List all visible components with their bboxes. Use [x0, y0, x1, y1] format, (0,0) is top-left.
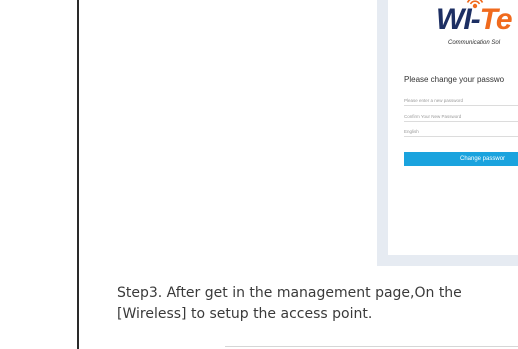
step-3-instruction: Step3. After get in the management page,… — [117, 283, 518, 325]
wi-tek-logo: WI-Te Communication Sol — [434, 0, 518, 56]
logo-wordmark: WI-Te — [436, 3, 513, 36]
change-password-title: Please change your passwo — [404, 75, 505, 84]
page-margin-rule — [77, 0, 79, 349]
step-3-line-1: Step3. After get in the management page,… — [117, 285, 462, 301]
logo-wordmark-main: WI- — [436, 3, 481, 36]
new-password-input[interactable] — [404, 96, 518, 106]
change-password-button[interactable]: Change passwor — [404, 152, 518, 166]
next-screenshot-edge — [225, 346, 518, 347]
step-3-line-2: [Wireless] to setup the access point. — [117, 306, 373, 322]
confirm-password-input[interactable] — [404, 112, 518, 122]
logo-tagline: Communication Sol — [448, 40, 501, 46]
language-select[interactable]: English — [404, 127, 518, 137]
logo-wordmark-accent: Te — [479, 3, 513, 36]
